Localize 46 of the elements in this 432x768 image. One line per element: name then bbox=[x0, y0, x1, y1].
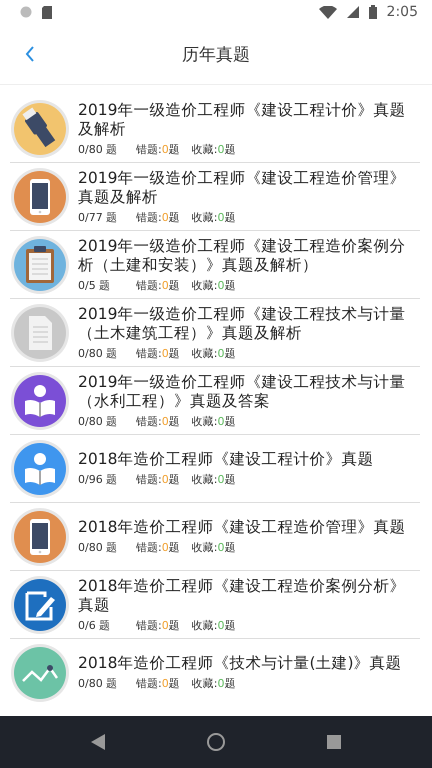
exam-title[interactable]: 2019年一级造价工程师《建设工程造价案例分析（土建和安装）》真题及解析） bbox=[78, 236, 420, 274]
wrong-count: 错题:0题 bbox=[136, 472, 180, 487]
wrong-count: 错题:0题 bbox=[136, 618, 180, 632]
saved-count: 收藏:0题 bbox=[192, 472, 236, 487]
wrong-count: 错题:0题 bbox=[136, 210, 180, 224]
saved-count: 收藏:0题 bbox=[192, 414, 236, 428]
exam-title[interactable]: 2018年造价工程师《技术与计量(土建)》真题 bbox=[78, 654, 420, 673]
back-icon[interactable] bbox=[25, 46, 35, 62]
signal-icon bbox=[346, 6, 359, 18]
battery-icon bbox=[368, 5, 377, 19]
status-time: 2:05 bbox=[386, 4, 418, 20]
progress-count: 0/80 题 bbox=[78, 414, 118, 428]
saved-count: 收藏:0题 bbox=[192, 278, 236, 292]
exam-title[interactable]: 2019年一级造价工程师《建设工程计价》真题及解析 bbox=[78, 100, 420, 138]
progress-count: 0/77 题 bbox=[78, 210, 118, 224]
home-nav-icon[interactable] bbox=[207, 733, 225, 751]
progress-count: 0/6 题 bbox=[78, 618, 112, 632]
exam-title[interactable]: 2019年一级造价工程师《建设工程造价管理》真题及解析 bbox=[78, 168, 420, 206]
progress-count: 0/80 题 bbox=[78, 540, 118, 555]
wrong-count: 错题:0题 bbox=[136, 414, 180, 428]
saved-count: 收藏:0题 bbox=[192, 676, 236, 691]
exam-title[interactable]: 2019年一级造价工程师《建设工程技术与计量（土木建筑工程）》真题及解析 bbox=[78, 304, 420, 342]
exam-title[interactable]: 2019年一级造价工程师《建设工程技术与计量（水利工程）》真题及答案 bbox=[78, 372, 420, 410]
sd-card-icon bbox=[42, 6, 52, 18]
progress-count: 0/80 题 bbox=[78, 676, 118, 691]
progress-count: 0/80 题 bbox=[78, 346, 118, 360]
wrong-count: 错题:0题 bbox=[136, 540, 180, 555]
page-title: 历年真题 bbox=[181, 44, 251, 66]
wrong-count: 错题:0题 bbox=[136, 346, 180, 360]
back-nav-icon[interactable] bbox=[91, 734, 105, 750]
progress-count: 0/96 题 bbox=[78, 472, 118, 487]
wrong-count: 错题:0题 bbox=[136, 142, 180, 156]
saved-count: 收藏:0题 bbox=[192, 540, 236, 555]
wifi-icon bbox=[318, 6, 337, 18]
wrong-count: 错题:0题 bbox=[136, 278, 180, 292]
notification-dot-icon bbox=[20, 6, 32, 18]
progress-count: 0/80 题 bbox=[78, 142, 118, 156]
exam-title[interactable]: 2018年造价工程师《建设工程造价案例分析》真题 bbox=[78, 576, 420, 614]
wrong-count: 错题:0题 bbox=[136, 676, 180, 691]
saved-count: 收藏:0题 bbox=[192, 210, 236, 224]
saved-count: 收藏:0题 bbox=[192, 346, 236, 360]
saved-count: 收藏:0题 bbox=[192, 142, 236, 156]
exam-title[interactable]: 2018年造价工程师《建设工程计价》真题 bbox=[78, 450, 420, 469]
saved-count: 收藏:0题 bbox=[192, 618, 236, 632]
progress-count: 0/5 题 bbox=[78, 278, 112, 292]
exam-title[interactable]: 2018年造价工程师《建设工程造价管理》真题 bbox=[78, 518, 420, 537]
